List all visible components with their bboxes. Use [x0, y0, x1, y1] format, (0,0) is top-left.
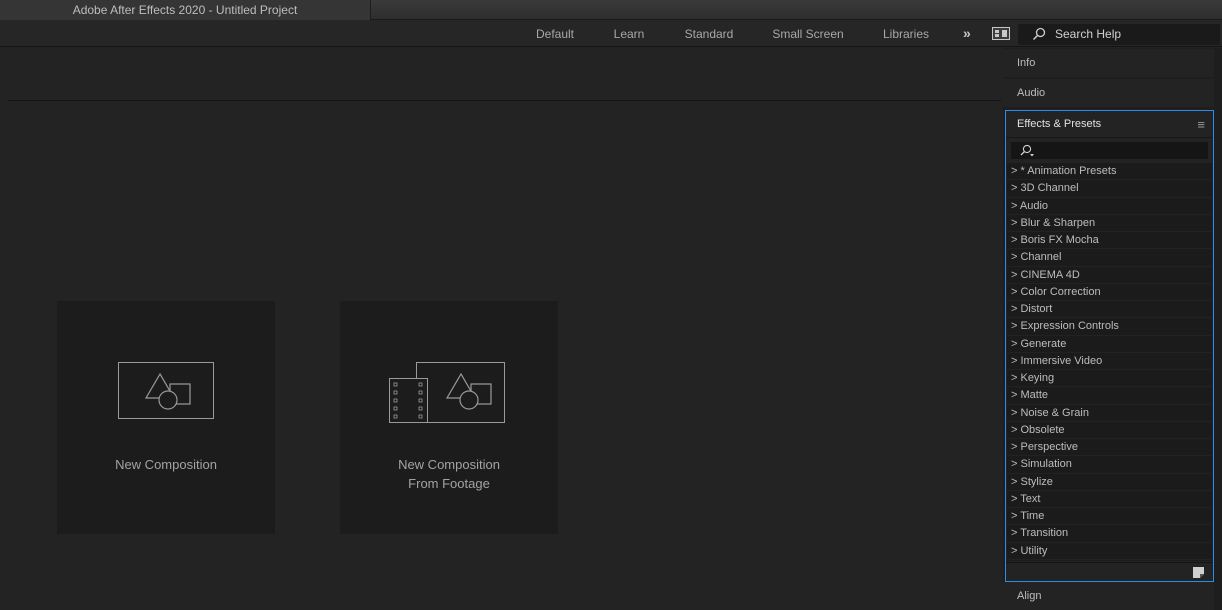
- workspace-menu-icon[interactable]: [992, 27, 1010, 40]
- effects-category-item[interactable]: > Audio: [1007, 198, 1212, 215]
- right-edge-strip: [1214, 48, 1222, 610]
- search-help-label: Search Help: [1055, 27, 1122, 41]
- effects-category-item[interactable]: > Blur & Sharpen: [1007, 215, 1212, 232]
- effects-category-item[interactable]: > Transition: [1007, 525, 1212, 543]
- effects-category-item[interactable]: > Utility: [1007, 543, 1212, 560]
- new-item-icon[interactable]: [1193, 567, 1204, 578]
- effects-category-item[interactable]: > Keying: [1007, 370, 1212, 388]
- effects-category-item[interactable]: > Text: [1007, 491, 1212, 508]
- workspace-tab-standard[interactable]: Standard: [676, 20, 742, 47]
- audio-panel-tab[interactable]: Audio: [1003, 79, 1214, 107]
- effects-category-item[interactable]: > Matte: [1007, 387, 1212, 405]
- search-dropdown-icon[interactable]: [1020, 144, 1036, 157]
- search-icon: [1032, 27, 1046, 41]
- effects-category-item[interactable]: > Immersive Video: [1007, 353, 1212, 370]
- workspace-tab-small-screen[interactable]: Small Screen: [766, 20, 850, 47]
- title-bar: Adobe After Effects 2020 - Untitled Proj…: [0, 0, 1222, 20]
- effects-category-item[interactable]: > Distort: [1007, 301, 1212, 319]
- new-composition-label: New Composition: [115, 457, 217, 472]
- empty-panel-header: [8, 48, 1001, 101]
- workspace-overflow-button[interactable]: »: [963, 20, 971, 47]
- footage-label-line1: New Composition: [398, 457, 500, 472]
- effects-category-item[interactable]: > Perspective: [1007, 439, 1212, 457]
- effects-category-item[interactable]: > Stylize: [1007, 474, 1212, 491]
- effects-category-item[interactable]: > Color Correction: [1007, 284, 1212, 301]
- effects-category-item[interactable]: > Noise & Grain: [1007, 405, 1212, 422]
- new-composition-from-footage-label: New Composition From Footage: [340, 455, 558, 493]
- effects-category-item[interactable]: > Generate: [1007, 336, 1212, 353]
- composition-from-footage-icon: [389, 362, 505, 423]
- effects-category-item[interactable]: > Time: [1007, 508, 1212, 526]
- search-help-box[interactable]: Search Help: [1018, 24, 1220, 45]
- effects-category-item[interactable]: > * Animation Presets: [1007, 163, 1212, 181]
- info-panel-tab[interactable]: Info: [1003, 49, 1214, 77]
- after-effects-window: Adobe After Effects 2020 - Untitled Proj…: [0, 0, 1222, 610]
- effects-category-item[interactable]: > 3D Channel: [1007, 180, 1212, 198]
- effects-search-input[interactable]: [1011, 142, 1208, 159]
- effects-category-item[interactable]: > Channel: [1007, 249, 1212, 267]
- new-composition-from-footage-card[interactable]: New Composition From Footage: [340, 301, 558, 534]
- effects-category-list: > * Animation Presets > 3D Channel > Audio…: [1007, 163, 1212, 561]
- new-composition-card[interactable]: New Composition: [57, 301, 275, 534]
- workspace-tab-libraries[interactable]: Libraries: [876, 20, 936, 47]
- effects-presets-title: Effects & Presets: [1017, 118, 1102, 130]
- effects-category-item[interactable]: > Obsolete: [1007, 422, 1212, 439]
- panel-menu-icon[interactable]: ≡: [1197, 111, 1205, 138]
- align-panel-tab[interactable]: Align: [1003, 582, 1214, 610]
- effects-presets-panel: Effects & Presets ≡ > * Animation Preset…: [1005, 110, 1214, 582]
- effects-category-item[interactable]: > Expression Controls: [1007, 318, 1212, 336]
- effects-panel-footer: [1006, 562, 1213, 581]
- footage-label-line2: From Footage: [408, 476, 490, 491]
- effects-presets-header[interactable]: Effects & Presets ≡: [1006, 111, 1213, 138]
- effects-category-item[interactable]: > Boris FX Mocha: [1007, 232, 1212, 250]
- effects-category-item[interactable]: > CINEMA 4D: [1007, 267, 1212, 284]
- workspace-tab-default[interactable]: Default: [527, 20, 583, 47]
- window-title: Adobe After Effects 2020 - Untitled Proj…: [0, 0, 371, 20]
- effects-category-item[interactable]: > Simulation: [1007, 456, 1212, 474]
- workspace-tab-learn[interactable]: Learn: [604, 20, 654, 47]
- composition-icon: [118, 362, 214, 419]
